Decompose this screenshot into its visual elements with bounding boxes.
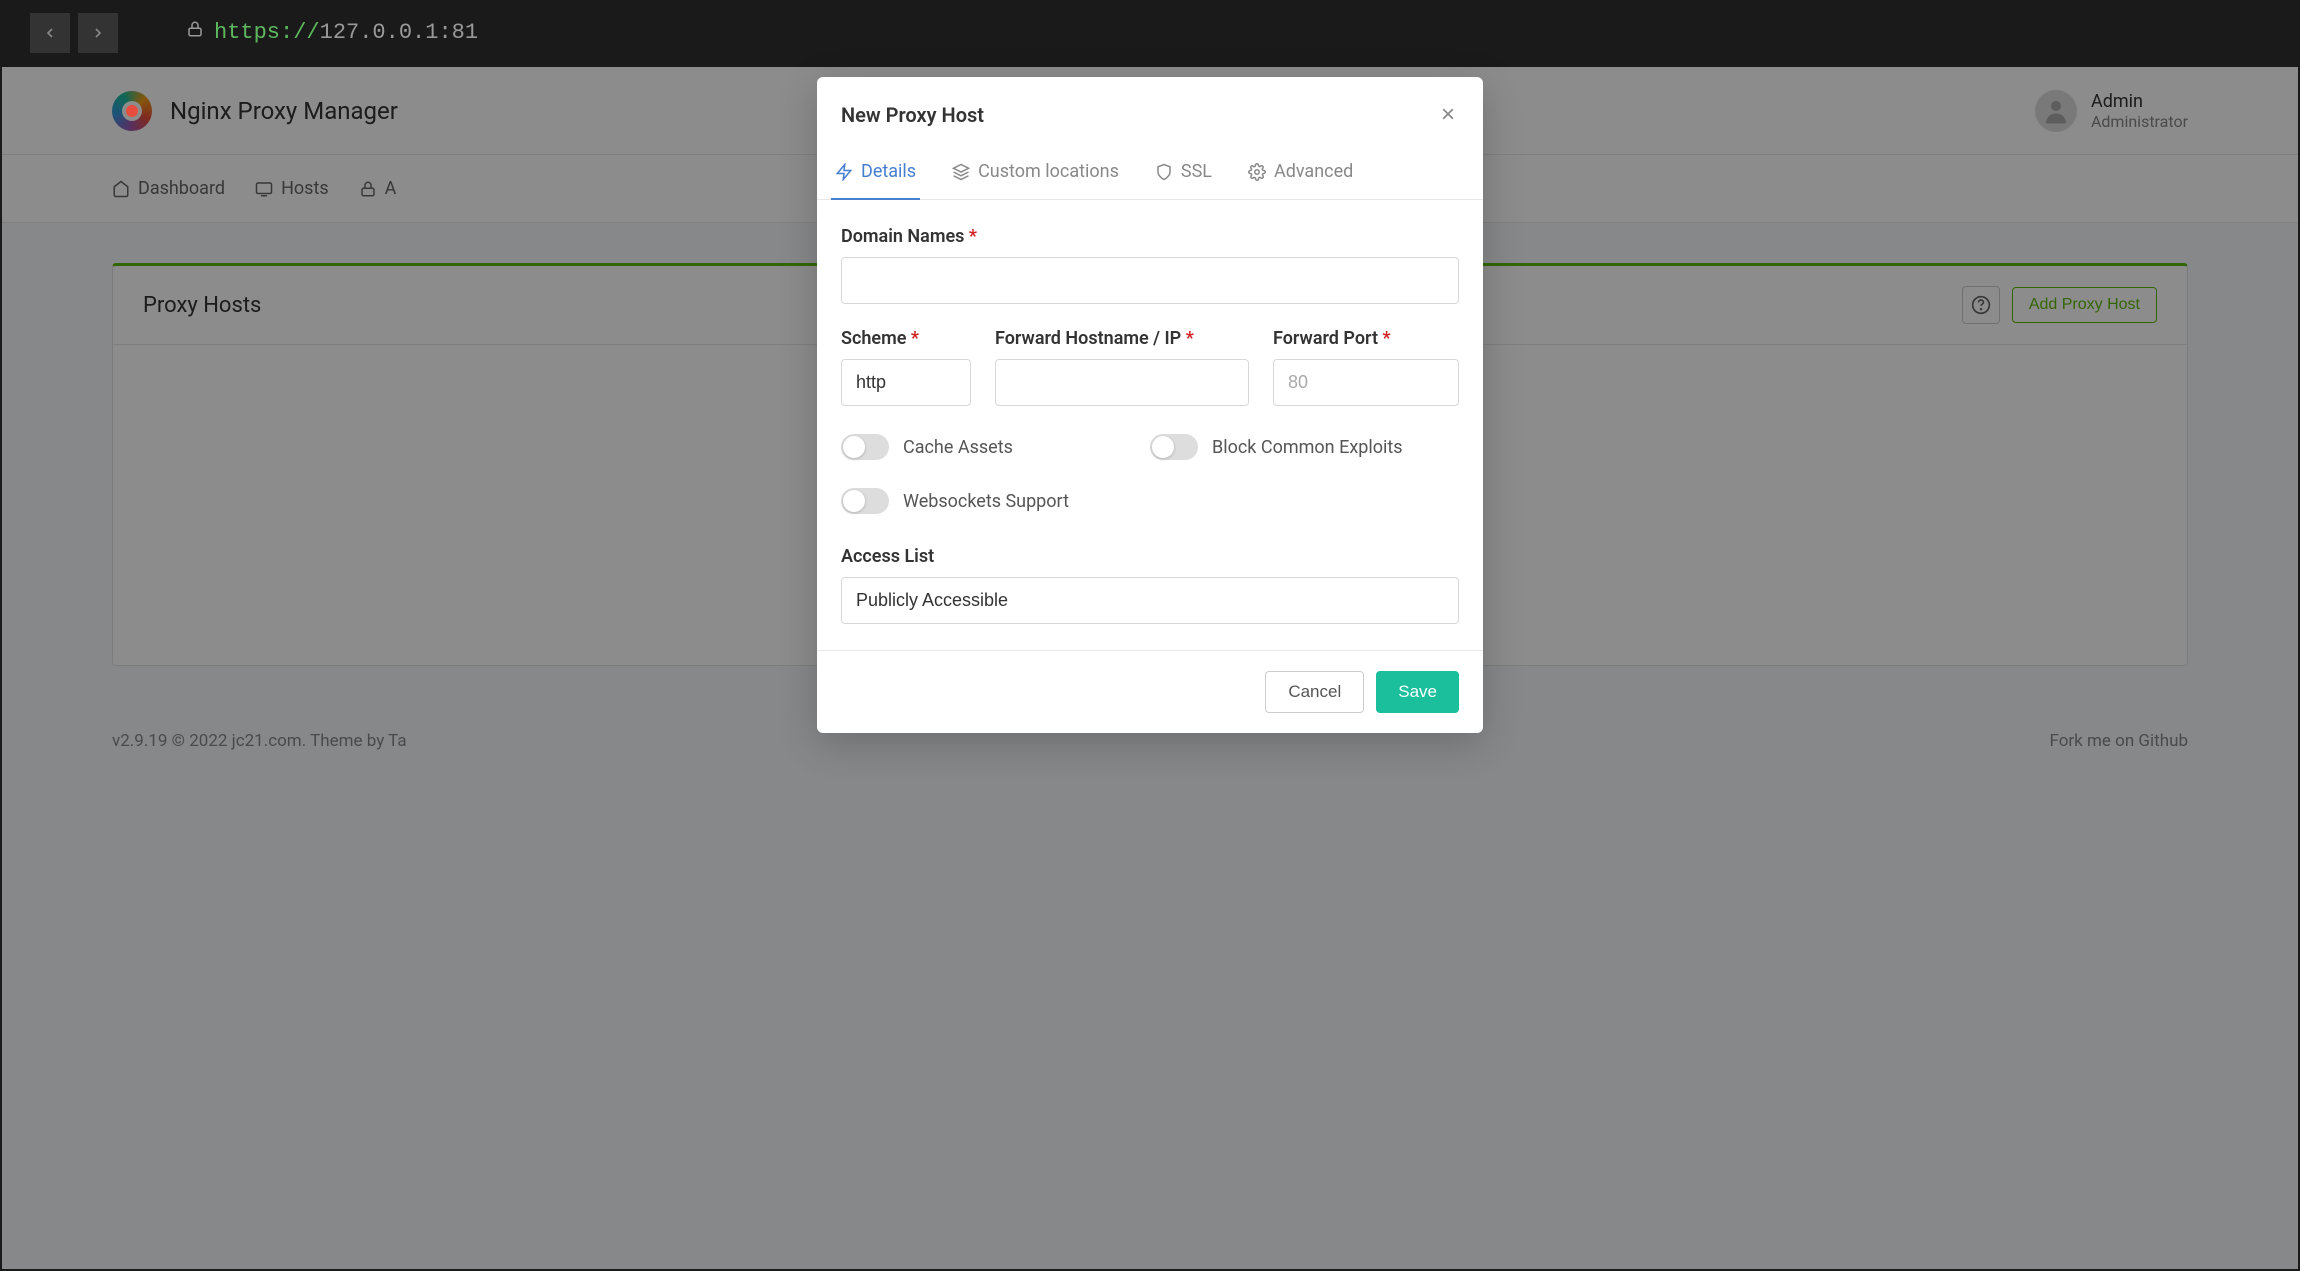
websockets-group: Websockets Support	[841, 488, 1459, 514]
block-exploits-toggle[interactable]	[1150, 434, 1198, 460]
block-exploits-group: Block Common Exploits	[1150, 434, 1459, 460]
access-list-group: Access List	[841, 546, 1459, 624]
browser-chrome: https://127.0.0.1:81	[0, 0, 2300, 65]
forward-port-group: Forward Port *	[1273, 328, 1459, 406]
scheme-label: Scheme *	[841, 328, 971, 349]
domain-names-group: Domain Names *	[841, 226, 1459, 304]
url-host: 127.0.0.1:81	[320, 20, 478, 45]
tab-custom-label: Custom locations	[978, 161, 1119, 182]
close-icon[interactable]: ×	[1437, 99, 1459, 131]
access-list-select[interactable]	[841, 577, 1459, 624]
layers-icon	[952, 163, 970, 181]
new-proxy-host-modal: New Proxy Host × Details Custom location…	[817, 77, 1483, 733]
browser-forward-button[interactable]	[78, 13, 118, 53]
zap-icon	[835, 163, 853, 181]
forward-host-input[interactable]	[995, 359, 1249, 406]
modal-body: Domain Names * Scheme * Forward Hostname…	[817, 200, 1483, 650]
forward-port-label: Forward Port *	[1273, 328, 1459, 349]
forward-host-label: Forward Hostname / IP *	[995, 328, 1249, 349]
tab-ssl[interactable]: SSL	[1151, 149, 1216, 200]
save-button[interactable]: Save	[1376, 671, 1459, 713]
scheme-select[interactable]	[841, 359, 971, 406]
gear-icon	[1248, 163, 1266, 181]
websockets-toggle[interactable]	[841, 488, 889, 514]
tab-details[interactable]: Details	[831, 149, 920, 200]
required-marker: *	[969, 226, 977, 247]
block-exploits-label: Block Common Exploits	[1212, 437, 1403, 458]
url-scheme: https://	[214, 20, 320, 45]
required-marker: *	[911, 328, 919, 349]
websockets-label: Websockets Support	[903, 491, 1069, 512]
url-bar[interactable]: https://127.0.0.1:81	[186, 20, 478, 45]
shield-icon	[1155, 163, 1173, 181]
domain-names-label: Domain Names *	[841, 226, 1459, 247]
cache-assets-label: Cache Assets	[903, 437, 1013, 458]
scheme-group: Scheme *	[841, 328, 971, 406]
domain-names-input[interactable]	[841, 257, 1459, 304]
cache-assets-toggle[interactable]	[841, 434, 889, 460]
tab-custom-locations[interactable]: Custom locations	[948, 149, 1123, 200]
tab-ssl-label: SSL	[1181, 161, 1212, 182]
modal-title: New Proxy Host	[841, 103, 984, 127]
modal-tabs: Details Custom locations SSL Advanced	[817, 149, 1483, 200]
forward-host-group: Forward Hostname / IP *	[995, 328, 1249, 406]
cache-assets-group: Cache Assets	[841, 434, 1150, 460]
app-container: Nginx Proxy Manager Admin Administrator …	[0, 65, 2300, 1271]
required-marker: *	[1382, 328, 1390, 349]
browser-back-button[interactable]	[30, 13, 70, 53]
required-marker: *	[1186, 328, 1194, 349]
tab-advanced-label: Advanced	[1274, 161, 1353, 182]
access-list-label: Access List	[841, 546, 1459, 567]
lock-icon	[186, 20, 204, 45]
forward-port-input[interactable]	[1273, 359, 1459, 406]
tab-advanced[interactable]: Advanced	[1244, 149, 1357, 200]
modal-footer: Cancel Save	[817, 650, 1483, 733]
tab-details-label: Details	[861, 161, 916, 182]
modal-header: New Proxy Host ×	[817, 77, 1483, 149]
cancel-button[interactable]: Cancel	[1265, 671, 1364, 713]
